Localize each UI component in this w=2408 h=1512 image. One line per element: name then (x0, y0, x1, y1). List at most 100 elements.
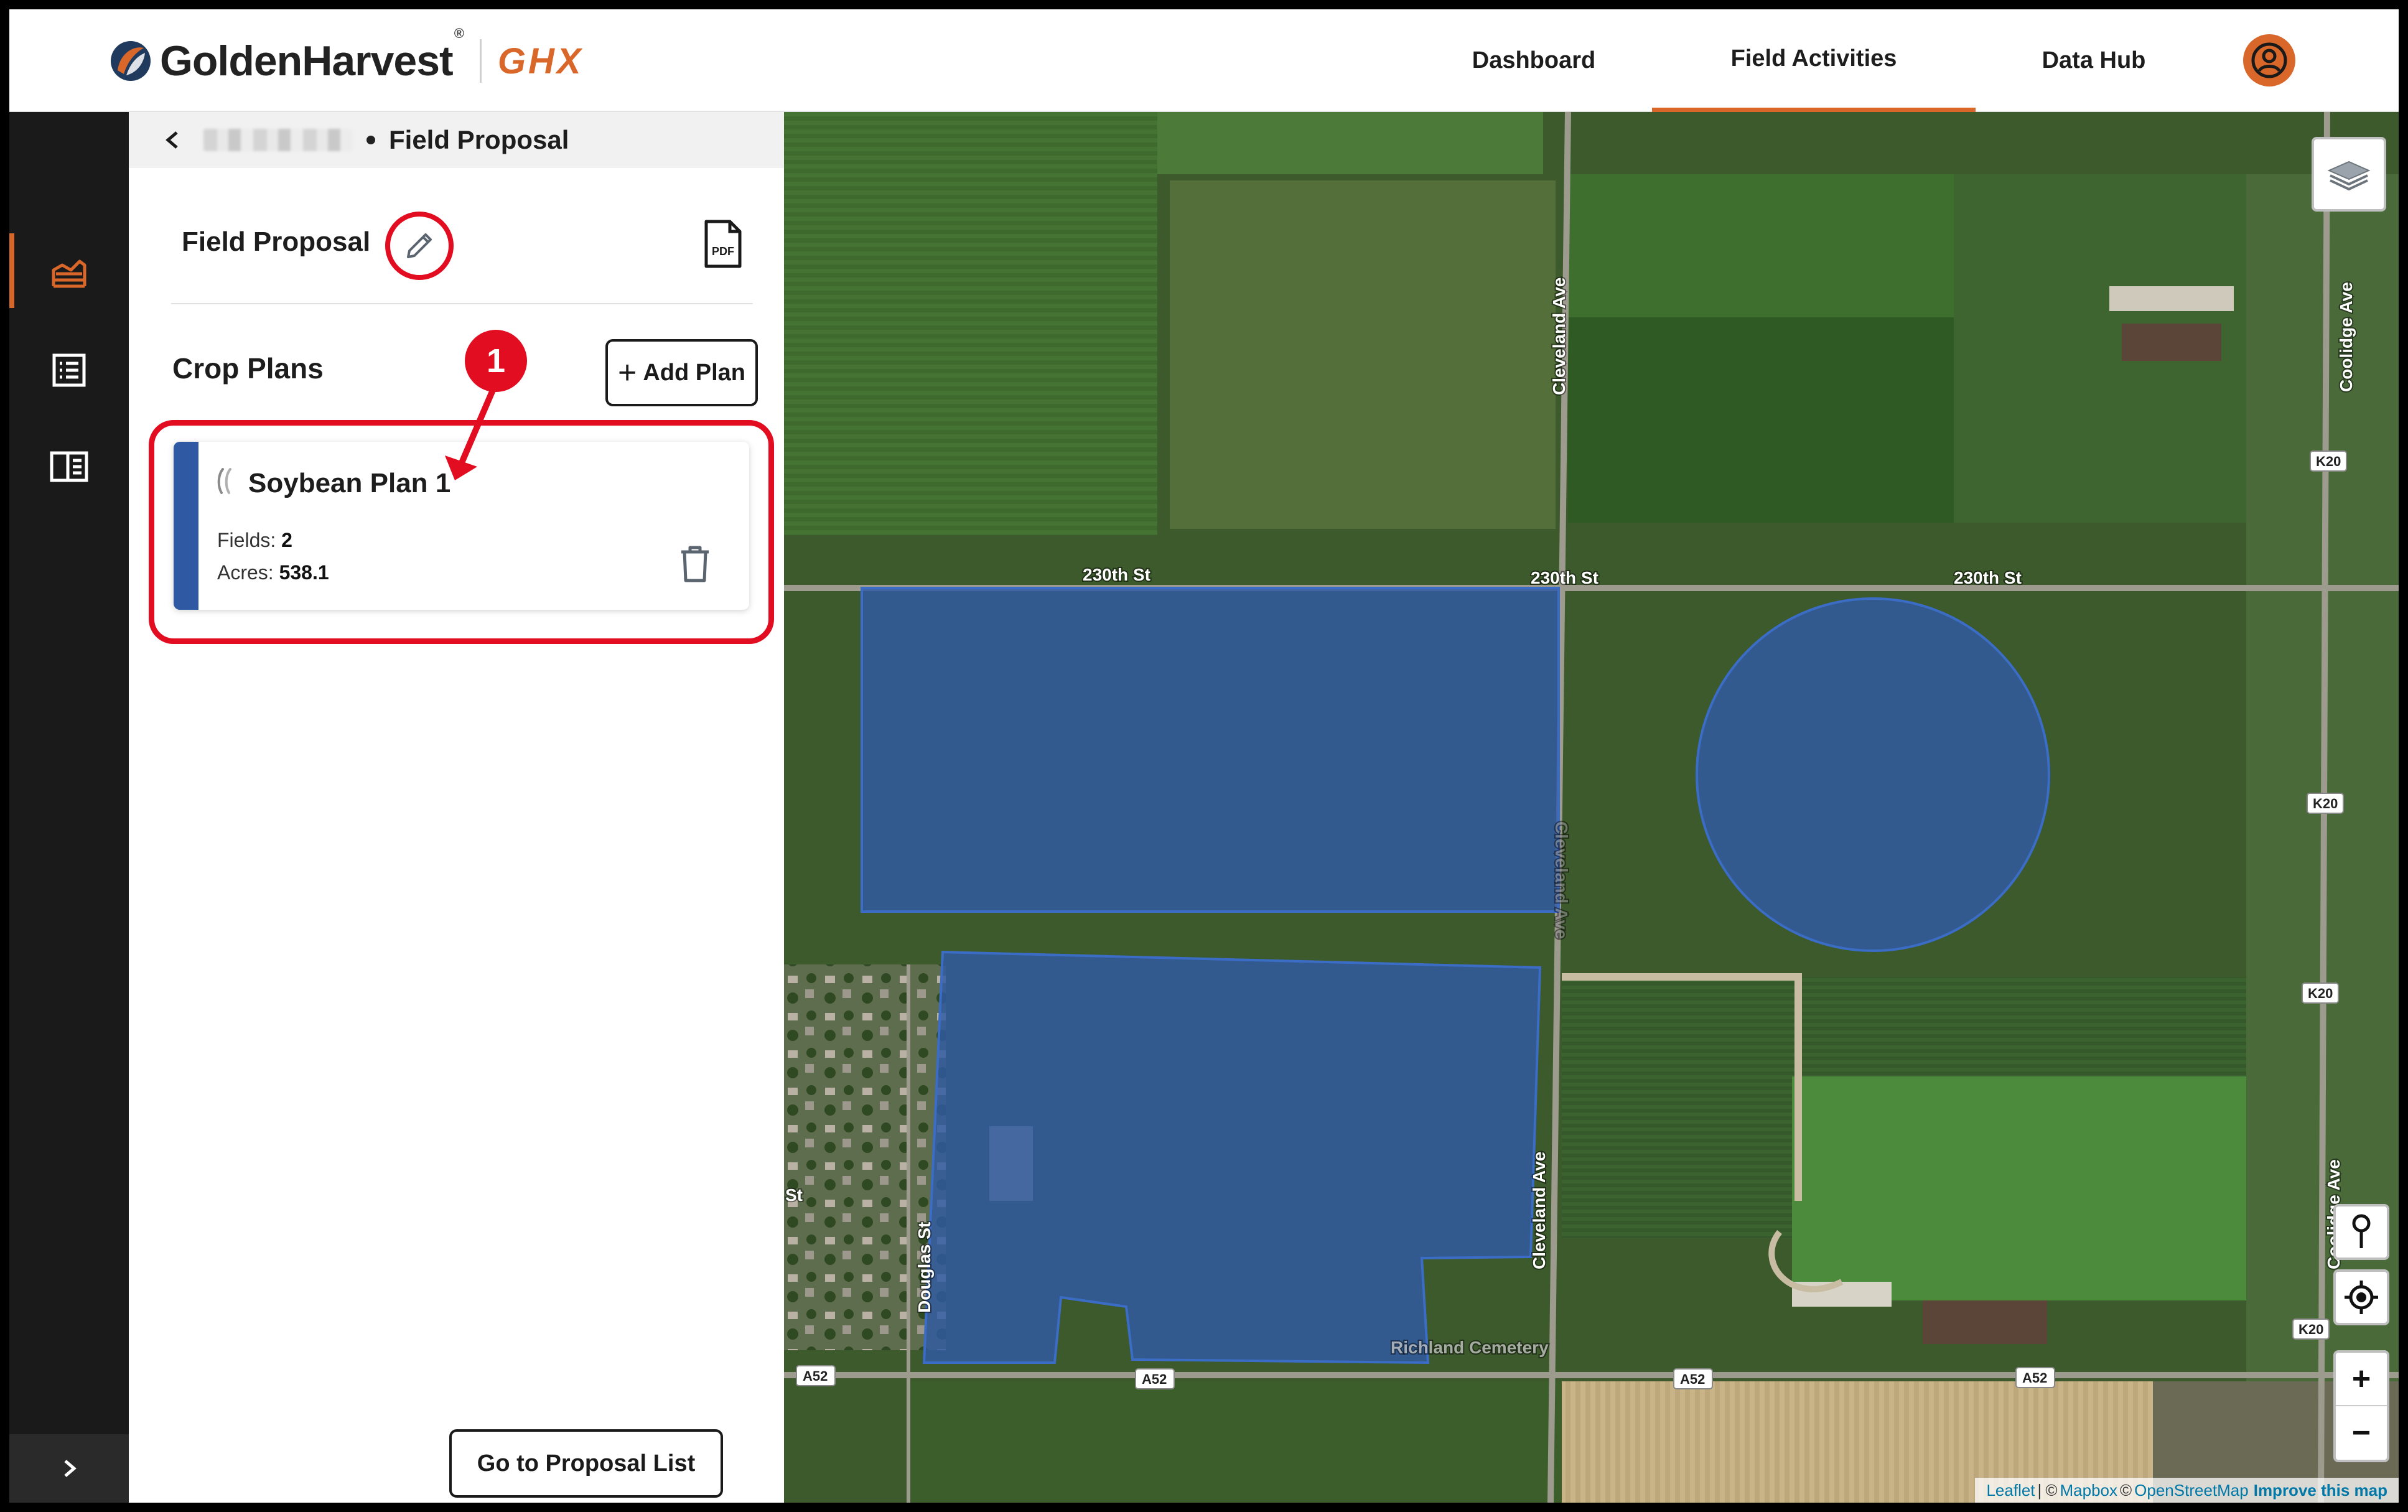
left-rail (9, 112, 129, 1503)
road-label: 230th St (1531, 568, 1598, 587)
map-field-patch (1157, 112, 1543, 174)
divider (171, 303, 753, 304)
plan-fields-value: 2 (281, 529, 292, 551)
brand-name: GoldenHarvest® (160, 26, 464, 85)
attribution-separator: | (2037, 1480, 2042, 1500)
brand-product: GHX (497, 40, 584, 82)
chevron-left-icon (166, 131, 178, 149)
road-label: 230th St (1083, 565, 1150, 584)
list-icon (52, 353, 86, 387)
map-field-patch (1568, 174, 1954, 317)
road-label: Cleveland Ave (1549, 278, 1569, 395)
drop-pin-button[interactable] (2333, 1204, 2389, 1260)
map-building (2122, 324, 2221, 361)
map-attribution: Leaflet | © Mapbox © OpenStreetMap Impro… (1975, 1478, 2399, 1503)
user-icon (2251, 42, 2287, 78)
field-polygon-north[interactable] (861, 587, 1560, 913)
top-header: GoldenHarvest® GHX Dashboard Field Activ… (9, 9, 2399, 112)
plan-acres: Acres: 538.1 (217, 561, 329, 584)
golden-harvest-leaf-icon (111, 41, 151, 81)
plan-acres-label: Acres: (217, 561, 274, 584)
brand-registered-mark: ® (454, 26, 464, 41)
plan-name: Soybean Plan 1 (248, 468, 451, 498)
pin-icon (2352, 1214, 2371, 1248)
plan-fields: Fields: 2 (217, 529, 292, 552)
edit-proposal-button[interactable] (385, 212, 454, 280)
road-label: St (785, 1185, 803, 1205)
route-shield-label: A52 (1142, 1371, 1167, 1387)
road-label: 230th St (1954, 568, 2022, 587)
plan-color-bar (174, 442, 198, 610)
map-field-patch (1792, 1076, 2246, 1300)
svg-text:PDF: PDF (712, 245, 734, 258)
rail-fields-button[interactable] (9, 233, 129, 308)
attribution-copyright: © (2119, 1480, 2132, 1500)
attribution-copyright: © (2045, 1480, 2058, 1500)
map-field-patch (908, 1381, 1562, 1503)
breadcrumb-redacted-parent[interactable] (203, 129, 353, 151)
mapbox-link[interactable]: Mapbox (2060, 1481, 2117, 1500)
road-label: Coolidge Ave (2336, 282, 2356, 392)
satellite-map[interactable]: 230th St 230th St 230th St Cleveland Ave… (784, 112, 2399, 1503)
breadcrumb-current: Field Proposal (389, 125, 569, 154)
plan-fields-label: Fields: (217, 529, 276, 551)
field-pivot-circle[interactable] (1696, 597, 2050, 952)
map-field-patch (1170, 180, 1556, 529)
brand-separator (479, 39, 482, 83)
nav-field-activities[interactable]: Field Activities (1652, 9, 1976, 112)
logo[interactable]: GoldenHarvest® GHX (109, 26, 584, 86)
road-label: Douglas St (915, 1222, 934, 1313)
crosshair-icon (2345, 1281, 2378, 1314)
proposal-header: Field Proposal PDF (160, 205, 751, 280)
map-building (1792, 1282, 1892, 1307)
proposal-title: Field Proposal (182, 226, 371, 257)
route-shield-label: K20 (2298, 1322, 2323, 1337)
crop-plans-title: Crop Plans (172, 352, 324, 385)
pdf-icon[interactable]: PDF (701, 219, 745, 269)
plan-acres-value: 538.1 (279, 561, 329, 584)
panel-icon (50, 451, 88, 482)
breadcrumb-separator (366, 136, 375, 144)
map-field-patch (1568, 317, 1954, 523)
locate-me-button[interactable] (2333, 1269, 2389, 1325)
map-canvas[interactable]: 230th St 230th St 230th St Cleveland Ave… (784, 112, 2399, 1503)
chevron-right-icon (64, 1460, 77, 1477)
breadcrumb: Field Proposal (129, 112, 784, 168)
improve-map-link[interactable]: Improve this map (2254, 1481, 2387, 1500)
route-shield-label: K20 (2316, 454, 2341, 469)
add-plan-label: Add Plan (643, 359, 746, 386)
zoom-out-button[interactable]: − (2336, 1406, 2387, 1460)
layers-icon (2327, 161, 2371, 191)
zoom-in-button[interactable]: + (2336, 1353, 2387, 1406)
soybean-icon (217, 468, 231, 494)
road-label: Cleveland Ave (1529, 1152, 1549, 1269)
rail-expand-button[interactable] (9, 1434, 129, 1503)
nav-data-hub[interactable]: Data Hub (1976, 9, 2212, 112)
annotation-arrow-icon (445, 383, 498, 480)
map-building (1923, 1300, 2047, 1344)
rail-list-button[interactable] (9, 333, 129, 408)
road-label: Richland Cemetery (1391, 1338, 1549, 1357)
proposal-panel: Field Proposal Field Proposal PDF Crop P… (129, 112, 784, 1503)
add-plan-button[interactable]: + Add Plan (605, 339, 758, 406)
back-button[interactable] (147, 112, 197, 168)
route-shield-label: K20 (2308, 986, 2333, 1001)
leaflet-link[interactable]: Leaflet (1986, 1481, 2035, 1500)
nav-dashboard[interactable]: Dashboard (1416, 9, 1652, 112)
route-shield-label: A52 (803, 1368, 828, 1384)
rail-panel-button[interactable] (9, 429, 129, 504)
map-field-patch (784, 112, 1157, 535)
zoom-control: + − (2333, 1350, 2389, 1462)
route-shield-label: A52 (1680, 1371, 1705, 1387)
pencil-icon (407, 233, 432, 258)
plus-icon: + (617, 355, 637, 391)
app-window: GoldenHarvest® GHX Dashboard Field Activ… (9, 9, 2399, 1503)
map-building (2109, 286, 2234, 311)
trash-icon[interactable] (678, 544, 712, 584)
user-avatar[interactable] (2243, 34, 2295, 86)
route-shield-label: K20 (2313, 796, 2338, 811)
go-to-proposal-list-button[interactable]: Go to Proposal List (449, 1429, 723, 1498)
map-layers-button[interactable] (2312, 137, 2386, 212)
route-shield-label: A52 (2022, 1370, 2047, 1386)
openstreetmap-link[interactable]: OpenStreetMap (2134, 1481, 2249, 1500)
